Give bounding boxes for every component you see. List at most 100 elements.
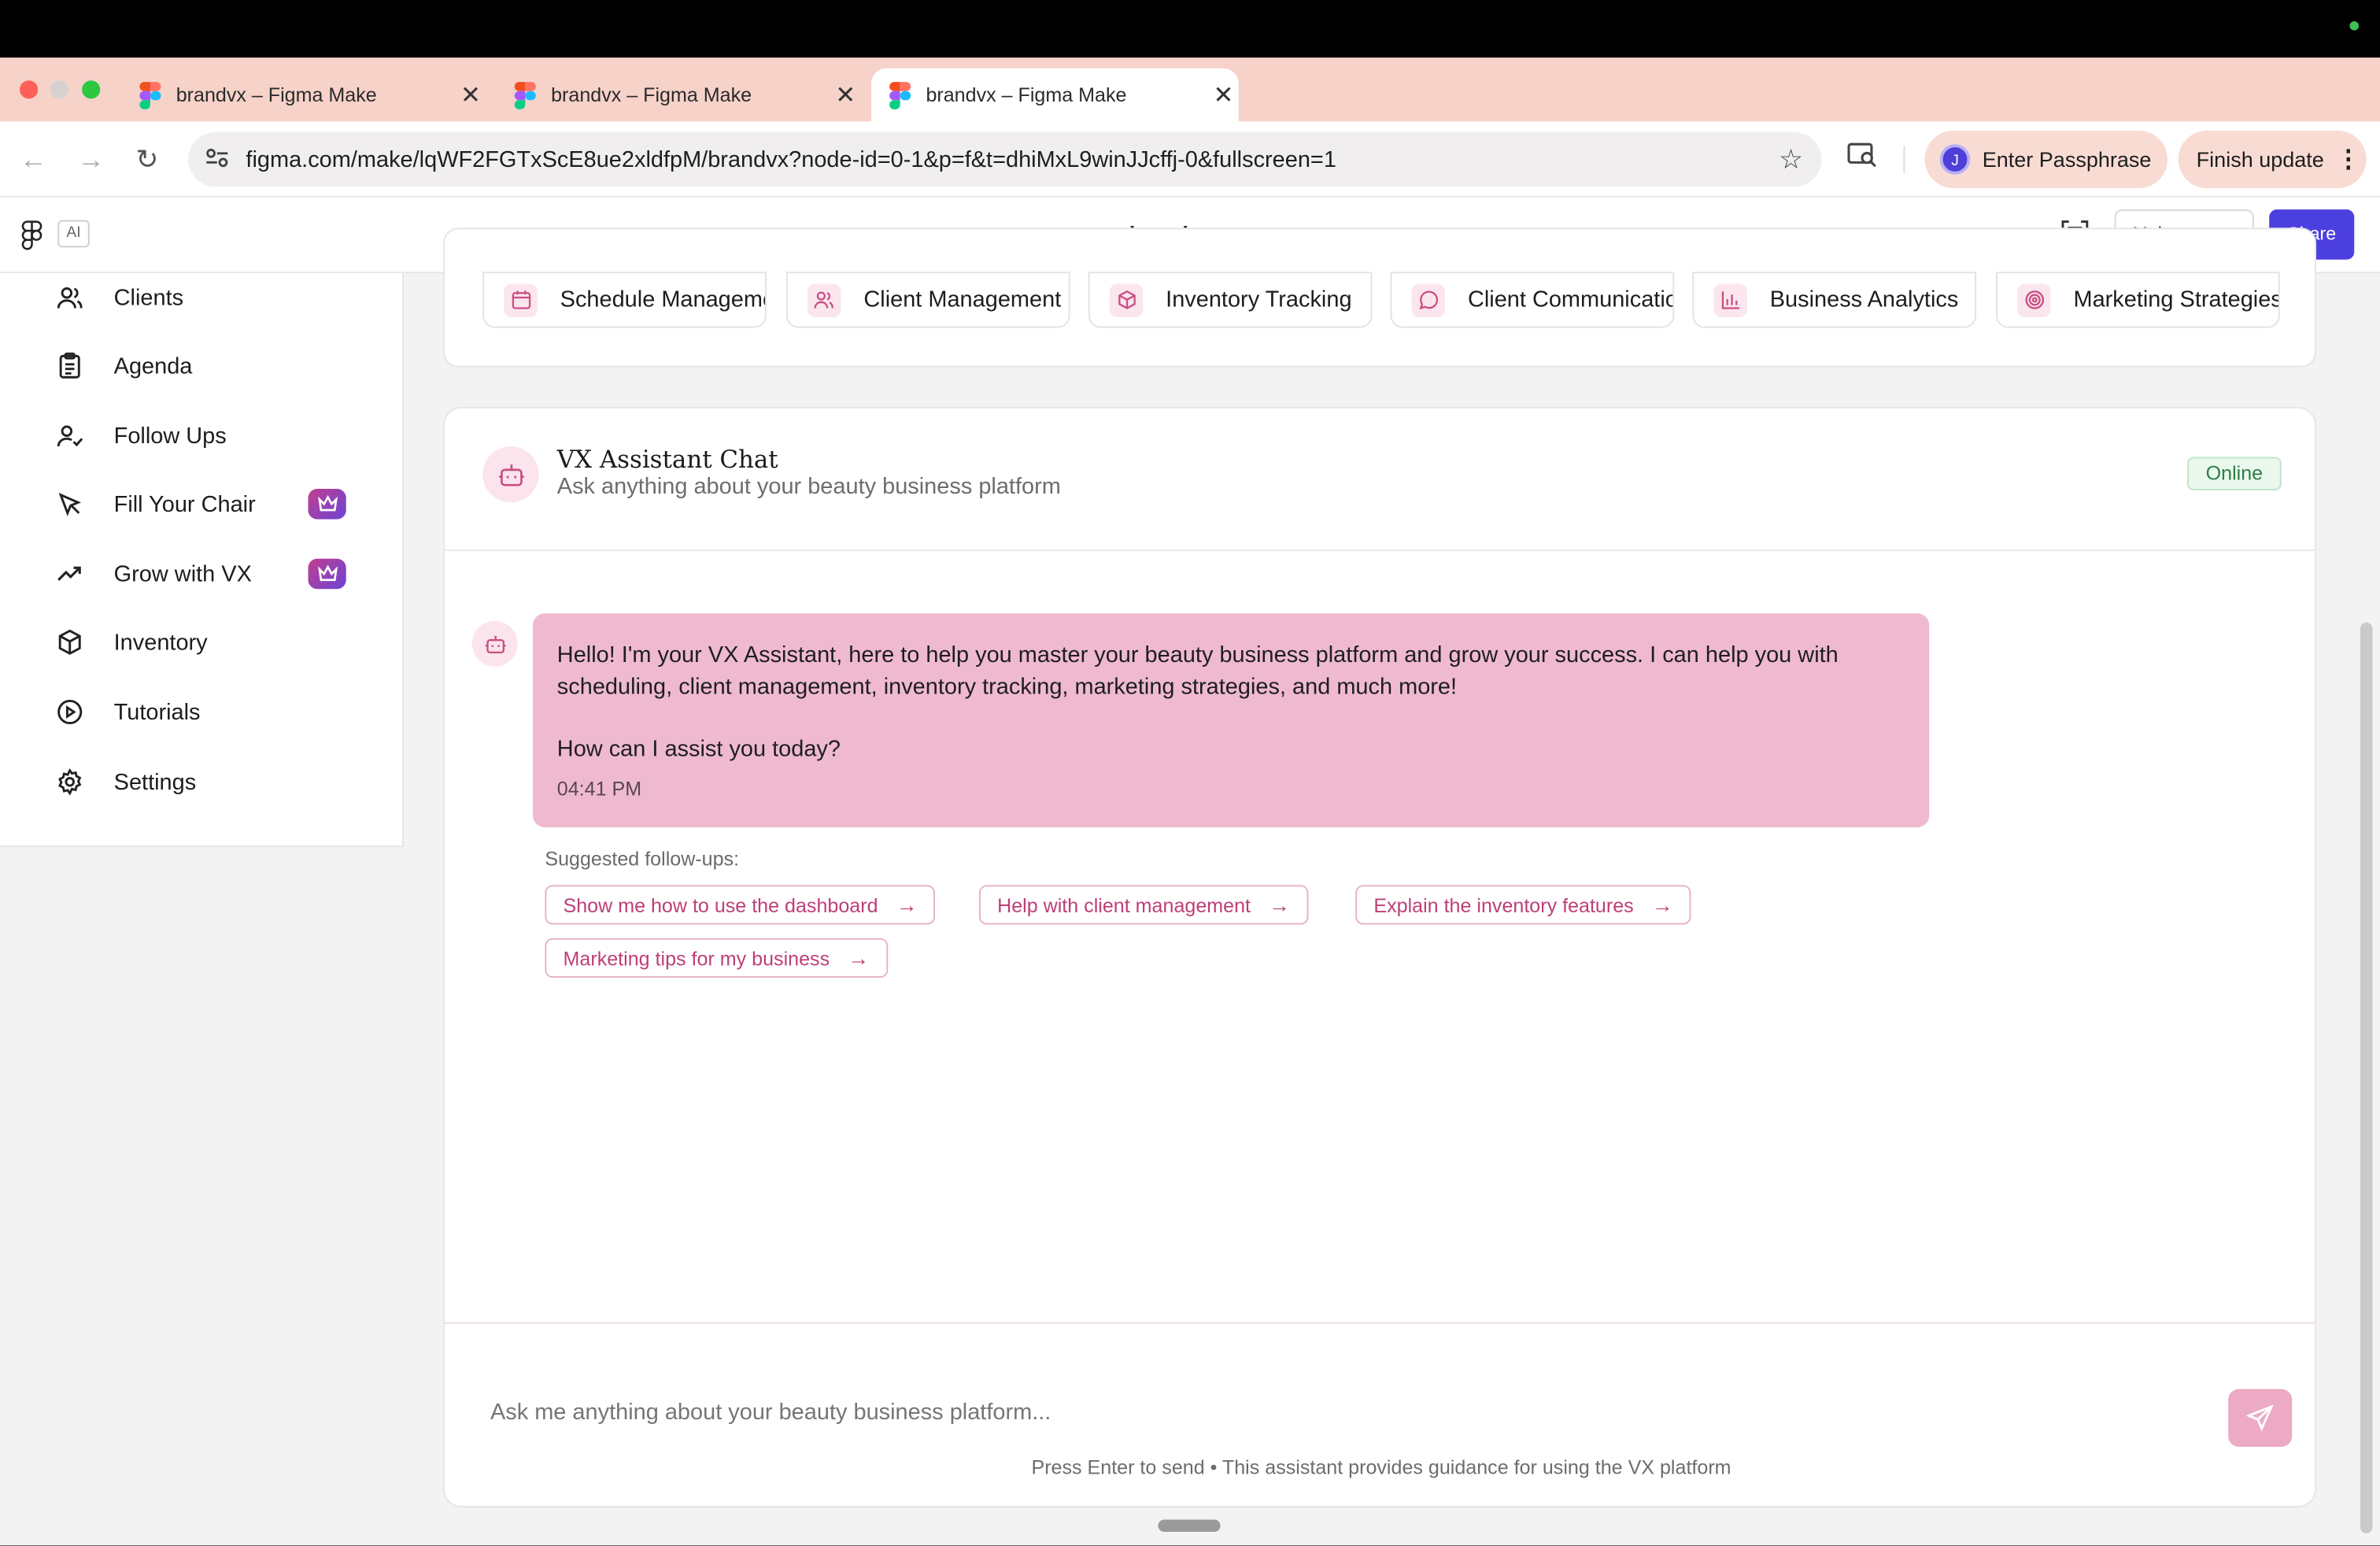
premium-crown-icon bbox=[308, 558, 346, 590]
input-hint: Press Enter to send • This assistant pro… bbox=[1031, 1455, 1731, 1479]
finish-update-label: Finish update bbox=[2196, 147, 2324, 172]
enter-passphrase-button[interactable]: J Enter Passphrase bbox=[1924, 130, 2168, 189]
sidebar-item-label: Fill Your Chair bbox=[113, 490, 256, 517]
chat-title: VX Assistant Chat bbox=[556, 445, 778, 474]
message-text: Hello! I'm your VX Assistant, here to he… bbox=[556, 642, 1839, 701]
finish-update-button[interactable]: Finish update ⋮ bbox=[2178, 130, 2367, 189]
sidebar-item-settings[interactable]: Settings bbox=[0, 752, 404, 812]
zoom-window-button[interactable] bbox=[82, 80, 101, 99]
sidebar-item-label: Clients bbox=[113, 284, 184, 311]
sidebar-item-label: Follow Ups bbox=[113, 423, 227, 449]
sidebar-item-clients[interactable]: Clients bbox=[0, 267, 404, 327]
sidebar-item-tutorials[interactable]: Tutorials bbox=[0, 682, 404, 742]
sidebar-item-follow-ups[interactable]: Follow Ups bbox=[0, 405, 404, 466]
trending-up-icon bbox=[56, 560, 83, 588]
figma-icon bbox=[139, 81, 161, 109]
close-tab-icon[interactable]: ✕ bbox=[1208, 80, 1239, 110]
user-check-icon bbox=[56, 422, 83, 449]
users-icon bbox=[808, 283, 841, 317]
toolbar-divider bbox=[1903, 146, 1905, 173]
browser-toolbar: ← → ↻ figma.com/make/lqWF2FGTxScE8ue2xld… bbox=[0, 121, 2380, 198]
box-icon bbox=[1109, 283, 1144, 317]
resize-handle[interactable] bbox=[1158, 1519, 1221, 1532]
bookmark-star-icon[interactable]: ☆ bbox=[1761, 143, 1821, 176]
category-label: Marketing Strategies bbox=[2073, 287, 2280, 313]
premium-crown-icon bbox=[308, 489, 346, 520]
figma-icon bbox=[889, 81, 911, 109]
suggestion-button[interactable]: Marketing tips for my business → bbox=[545, 938, 888, 978]
bot-icon bbox=[482, 446, 539, 503]
arrow-right-icon: → bbox=[1651, 893, 1673, 917]
sidebar-item-grow-with-vx[interactable]: Grow with VX bbox=[0, 543, 404, 604]
site-settings-icon[interactable] bbox=[188, 146, 246, 172]
category-label: Inventory Tracking bbox=[1166, 287, 1352, 313]
system-bar bbox=[0, 0, 2380, 58]
category-client-management[interactable]: Client Management bbox=[786, 272, 1070, 328]
chat-input[interactable] bbox=[490, 1400, 2160, 1426]
sidebar-item-label: Settings bbox=[113, 768, 197, 795]
chat-subtitle: Ask anything about your beauty business … bbox=[556, 473, 1061, 500]
suggestion-button[interactable]: Show me how to use the dashboard → bbox=[545, 885, 936, 925]
category-client-communication[interactable]: Client Communication bbox=[1390, 272, 1675, 328]
box-icon bbox=[56, 628, 83, 656]
figma-icon bbox=[514, 81, 536, 109]
url-text: figma.com/make/lqWF2FGTxScE8ue2xldfpM/br… bbox=[246, 146, 1336, 172]
suggestion-button[interactable]: Help with client management → bbox=[978, 885, 1309, 925]
reload-button[interactable]: ↻ bbox=[129, 141, 165, 177]
figma-logo-icon[interactable] bbox=[21, 220, 46, 251]
browser-tab-2[interactable]: brandvx – Figma Make ✕ bbox=[497, 68, 861, 122]
clipboard-icon bbox=[56, 352, 83, 379]
close-tab-icon[interactable]: ✕ bbox=[830, 80, 861, 110]
target-icon bbox=[2017, 283, 2051, 317]
browser-tab-1[interactable]: brandvx – Figma Make ✕ bbox=[121, 68, 486, 122]
send-button[interactable] bbox=[2228, 1389, 2293, 1447]
send-icon bbox=[2246, 1404, 2274, 1432]
category-business-analytics[interactable]: Business Analytics bbox=[1692, 272, 1977, 328]
address-bar[interactable]: figma.com/make/lqWF2FGTxScE8ue2xldfpM/br… bbox=[188, 131, 1822, 187]
more-menu-icon[interactable]: ⋮ bbox=[2336, 144, 2360, 175]
sidebar-item-inventory[interactable]: Inventory bbox=[0, 612, 404, 672]
suggestion-button[interactable]: Explain the inventory features → bbox=[1355, 885, 1692, 925]
ai-badge[interactable]: AI bbox=[57, 220, 90, 248]
play-circle-icon bbox=[56, 698, 83, 726]
sidebar-item-fill-your-chair[interactable]: Fill Your Chair bbox=[0, 474, 404, 534]
category-inventory-tracking[interactable]: Inventory Tracking bbox=[1088, 272, 1373, 328]
app-content: Clients Agenda Follow Ups Fill Your Chai… bbox=[0, 227, 2380, 1546]
sidebar-item-label: Tutorials bbox=[113, 699, 201, 725]
suggestion-label: Marketing tips for my business bbox=[563, 946, 830, 970]
tab-title: brandvx – Figma Make bbox=[551, 83, 752, 107]
page-scrollbar[interactable] bbox=[2360, 622, 2373, 1533]
passphrase-label: Enter Passphrase bbox=[1982, 147, 2152, 172]
category-marketing-strategies[interactable]: Marketing Strategies bbox=[1996, 272, 2280, 328]
category-schedule-management[interactable]: Schedule Management bbox=[482, 272, 767, 328]
arrow-right-icon: → bbox=[1269, 893, 1291, 917]
message-timestamp: 04:41 PM bbox=[556, 777, 642, 801]
category-label: Business Analytics bbox=[1769, 287, 1959, 313]
suggestions-label: Suggested follow-ups: bbox=[545, 847, 740, 871]
close-tab-icon[interactable]: ✕ bbox=[456, 80, 486, 110]
tab-strip: brandvx – Figma Make ✕ brandvx – Figma M… bbox=[0, 57, 2380, 165]
status-dot bbox=[2349, 21, 2360, 31]
tab-title: brandvx – Figma Make bbox=[176, 83, 377, 107]
browser-tab-3-active[interactable]: brandvx – Figma Make ✕ bbox=[871, 68, 1239, 122]
sidebar-item-agenda[interactable]: Agenda bbox=[0, 335, 404, 396]
chat-composer: Press Enter to send • This assistant pro… bbox=[445, 1322, 2315, 1506]
users-icon bbox=[56, 284, 83, 312]
bot-avatar-icon bbox=[471, 620, 518, 667]
gear-icon bbox=[56, 767, 83, 796]
tab-title: brandvx – Figma Make bbox=[926, 83, 1127, 107]
status-badge: Online bbox=[2187, 457, 2282, 490]
calendar-icon bbox=[504, 283, 538, 317]
bar-chart-icon bbox=[1713, 283, 1747, 317]
category-panel: Schedule Management Client Management In… bbox=[443, 227, 2317, 368]
minimize-window-button[interactable] bbox=[50, 80, 68, 99]
back-button[interactable]: ← bbox=[15, 141, 51, 177]
category-label: Schedule Management bbox=[560, 287, 765, 313]
sidebar: Clients Agenda Follow Ups Fill Your Chai… bbox=[0, 273, 405, 848]
close-window-button[interactable] bbox=[20, 80, 39, 99]
assistant-message-bubble: Hello! I'm your VX Assistant, here to he… bbox=[532, 613, 1930, 828]
pointer-icon bbox=[56, 490, 83, 518]
sidebar-item-label: Inventory bbox=[113, 629, 208, 656]
tab-search-icon[interactable] bbox=[1844, 141, 1880, 177]
forward-button[interactable]: → bbox=[73, 141, 109, 177]
